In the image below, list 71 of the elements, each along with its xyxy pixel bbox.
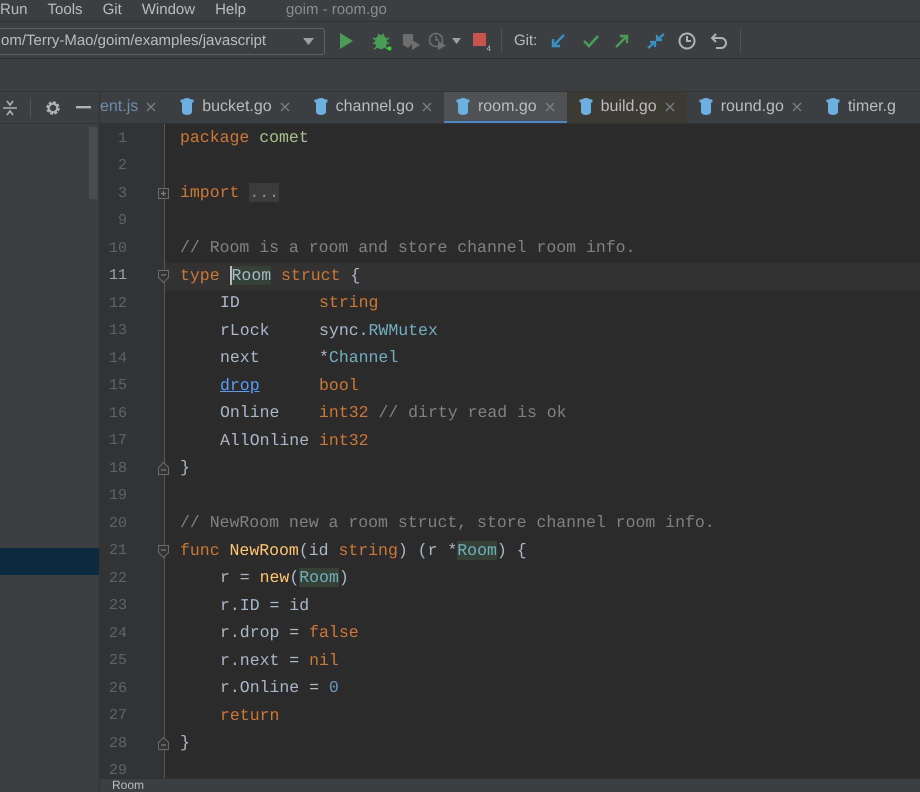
undo-icon[interactable] bbox=[711, 33, 728, 49]
check-icon[interactable] bbox=[583, 34, 600, 48]
close-icon[interactable] bbox=[280, 102, 290, 112]
file-icon bbox=[826, 98, 840, 115]
shield-play-icon[interactable] bbox=[402, 32, 420, 50]
code-line: r.Online = 0 bbox=[220, 677, 339, 700]
code-line: drop bool bbox=[220, 374, 359, 397]
file-icon bbox=[698, 98, 713, 115]
minimize-icon[interactable] bbox=[76, 106, 91, 109]
code-line: func NewRoom(id string) (r *Room) { bbox=[180, 540, 527, 562]
window-title: goim - room.go bbox=[286, 0, 387, 20]
merge-arrows-icon[interactable] bbox=[647, 33, 666, 49]
run-configuration-label: om/Terry-Mao/goim/examples/javascript bbox=[0, 30, 266, 51]
code-line: } bbox=[180, 732, 190, 754]
close-icon[interactable] bbox=[792, 102, 802, 112]
code-line: ID string bbox=[220, 292, 378, 314]
code-line: // Room is a room and store channel room info. bbox=[180, 237, 636, 260]
arrow-up-right-icon[interactable] bbox=[615, 34, 630, 48]
editor-tab[interactable]: bucket.go bbox=[168, 92, 302, 123]
code-line: next *Channel bbox=[220, 347, 398, 370]
clock-icon[interactable] bbox=[678, 32, 696, 50]
line-number: 11 bbox=[108, 266, 127, 286]
fold-icon[interactable] bbox=[158, 270, 169, 283]
caret-icon[interactable] bbox=[452, 38, 461, 44]
caret-icon bbox=[303, 38, 314, 44]
menu-item[interactable]: Run bbox=[0, 0, 28, 22]
close-icon[interactable] bbox=[544, 102, 555, 112]
code-line: Online int32 // dirty read is ok bbox=[220, 402, 567, 424]
menu-item[interactable]: Tools bbox=[48, 0, 83, 22]
stop-button[interactable]: 4 bbox=[473, 33, 489, 49]
menu-item[interactable]: Git bbox=[102, 0, 122, 22]
badge-count: 4 bbox=[486, 45, 491, 53]
fold-icon[interactable] bbox=[158, 737, 169, 750]
run-configuration-dropdown[interactable]: om/Terry-Mao/goim/examples/javascript bbox=[0, 28, 325, 54]
clock-play-icon[interactable] bbox=[428, 32, 446, 50]
close-icon[interactable] bbox=[422, 102, 432, 112]
menu-item[interactable]: Help bbox=[215, 0, 246, 22]
close-icon[interactable] bbox=[664, 102, 675, 112]
code-line: r.drop = false bbox=[220, 622, 359, 644]
file-icon bbox=[456, 98, 470, 115]
code-line: // NewRoom new a room struct, store channel room info. bbox=[180, 512, 715, 534]
code-line: r.next = nil bbox=[220, 650, 339, 672]
code-line: r.ID = id bbox=[220, 594, 310, 617]
arrow-down-left-icon[interactable] bbox=[551, 34, 566, 48]
code-line: } bbox=[180, 457, 190, 480]
editor-tab[interactable]: timer.g bbox=[814, 92, 908, 123]
file-icon bbox=[578, 98, 593, 115]
collapse-all-icon[interactable] bbox=[3, 100, 17, 116]
code-line: return bbox=[220, 704, 280, 727]
bug-icon[interactable] bbox=[372, 32, 392, 50]
fold-icon[interactable] bbox=[158, 462, 169, 476]
fold-icon[interactable] bbox=[158, 544, 169, 558]
code-line: rLock sync.RWMutex bbox=[220, 320, 438, 342]
code-line: type Room struct { bbox=[180, 264, 360, 287]
menu-item[interactable]: Window bbox=[142, 0, 196, 22]
editor-tab[interactable]: channel.go bbox=[302, 92, 444, 123]
code-line: AllOnline int32 bbox=[220, 430, 369, 452]
git-label: Git: bbox=[514, 30, 538, 51]
code-line: package comet bbox=[180, 127, 309, 150]
code-line: r = new(Room) bbox=[220, 567, 349, 590]
settings-icon[interactable] bbox=[45, 100, 61, 116]
code-line: import ... bbox=[180, 182, 280, 204]
editor-tab[interactable]: build.go bbox=[566, 92, 687, 123]
close-icon[interactable] bbox=[146, 102, 156, 112]
editor-tab[interactable]: room.go bbox=[444, 92, 567, 123]
expand-icon[interactable] bbox=[158, 188, 169, 200]
editor-tab[interactable]: round.go bbox=[686, 92, 814, 123]
file-icon bbox=[180, 98, 194, 115]
editor-tab[interactable]: ent.js bbox=[100, 92, 168, 123]
run-icon[interactable] bbox=[339, 33, 353, 49]
file-icon bbox=[314, 98, 328, 115]
